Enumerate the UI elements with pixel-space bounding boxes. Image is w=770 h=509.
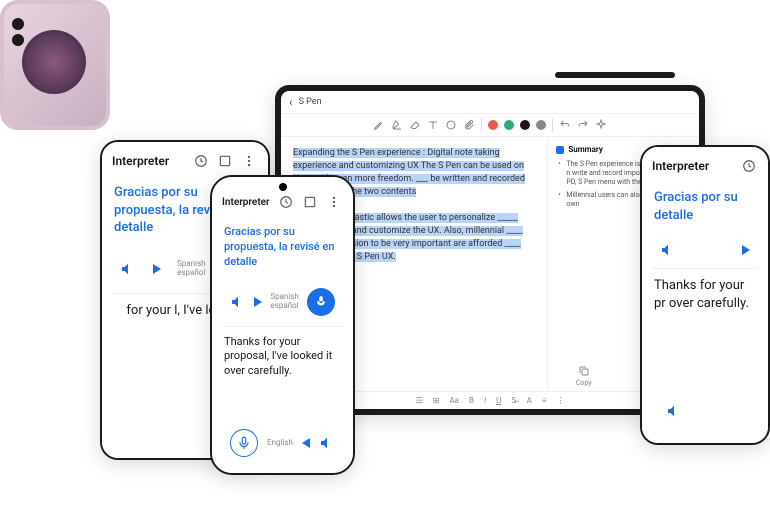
flip-phone-closed xyxy=(0,0,110,130)
tool-assist-icon[interactable] xyxy=(595,119,607,131)
mic-button[interactable] xyxy=(307,288,335,316)
notes-title: S Pen xyxy=(299,97,322,107)
settings-icon[interactable] xyxy=(301,193,319,211)
source-text: Thanks for your proposal, I've looked it… xyxy=(224,335,341,380)
tool-pen-icon[interactable] xyxy=(373,119,385,131)
settings-icon[interactable] xyxy=(216,152,234,170)
tool-redo-icon[interactable] xyxy=(577,119,589,131)
app-title: Interpreter xyxy=(652,159,734,173)
speaker-icon[interactable] xyxy=(660,242,676,258)
more-icon[interactable] xyxy=(325,193,343,211)
more-icon[interactable] xyxy=(240,152,258,170)
notes-title-bar: ‹ S Pen xyxy=(281,91,699,114)
back-icon[interactable]: ‹ xyxy=(289,95,293,109)
fmt-icon[interactable]: ≡ xyxy=(542,396,547,405)
camera-notch xyxy=(279,183,287,191)
language-label: Spanishespañol xyxy=(177,260,206,278)
history-icon[interactable] xyxy=(740,157,758,175)
language-label: Spanishespañol xyxy=(270,293,299,311)
speaker-icon[interactable] xyxy=(230,294,246,310)
tool-attach-icon[interactable] xyxy=(463,119,475,131)
color-swatch-grey[interactable] xyxy=(536,120,546,130)
translated-text: Gracias por su propuesta, la revisé en d… xyxy=(224,225,341,270)
play-icon[interactable] xyxy=(153,264,161,274)
mic-button-secondary[interactable] xyxy=(230,429,258,457)
color-swatch-red[interactable] xyxy=(488,120,498,130)
speaker-icon[interactable] xyxy=(666,403,682,419)
history-icon[interactable] xyxy=(277,193,295,211)
speaker-icon[interactable] xyxy=(120,261,136,277)
tool-highlight-icon[interactable] xyxy=(391,119,403,131)
s-pen-stylus xyxy=(555,72,675,78)
language-label-en: English xyxy=(267,439,293,448)
fmt-italic-icon[interactable]: I xyxy=(484,396,486,405)
fmt-icon[interactable]: ☰ xyxy=(416,396,423,405)
fmt-icon[interactable]: A xyxy=(527,396,532,405)
translated-text: Gracias por su detalle xyxy=(654,189,756,224)
toolbar-divider xyxy=(481,118,482,132)
history-icon[interactable] xyxy=(192,152,210,170)
fmt-icon[interactable]: Aa xyxy=(449,396,459,405)
fmt-icon[interactable]: ⊞ xyxy=(433,396,440,405)
right-phone-device: Interpreter Gracias por su detalle Thank… xyxy=(640,145,770,445)
interpreter-screen: Interpreter Gracias por su detalle Thank… xyxy=(642,147,768,443)
standard-phone-device: Interpreter Gracias por su propuesta, la… xyxy=(210,175,355,475)
tool-eraser-icon[interactable] xyxy=(409,119,421,131)
source-text: Thanks for your pr over carefully. xyxy=(654,277,756,312)
play-icon[interactable] xyxy=(742,245,750,255)
app-title: Interpreter xyxy=(222,197,271,208)
fmt-strike-icon[interactable]: S̶ xyxy=(511,396,516,405)
notes-toolbar xyxy=(281,114,699,137)
interpreter-screen: Interpreter Gracias por su propuesta, la… xyxy=(212,177,353,473)
speaker-icon[interactable] xyxy=(319,435,335,451)
fmt-bold-icon[interactable]: B xyxy=(469,396,474,405)
play-icon[interactable] xyxy=(254,297,262,307)
tool-shape-icon[interactable] xyxy=(445,119,457,131)
play-icon[interactable] xyxy=(302,438,310,448)
flip-cover-display xyxy=(22,30,86,94)
fmt-icon[interactable]: ⋮ xyxy=(556,396,564,405)
tool-undo-icon[interactable] xyxy=(559,119,571,131)
color-swatch-black[interactable] xyxy=(520,120,530,130)
color-swatch-green[interactable] xyxy=(504,120,514,130)
toolbar-divider xyxy=(552,118,553,132)
flip-camera-module xyxy=(12,18,24,46)
copy-button[interactable]: Copy xyxy=(576,365,592,387)
app-title: Interpreter xyxy=(112,154,186,168)
tool-text-icon[interactable] xyxy=(427,119,439,131)
fmt-underline-icon[interactable]: U xyxy=(496,396,501,405)
